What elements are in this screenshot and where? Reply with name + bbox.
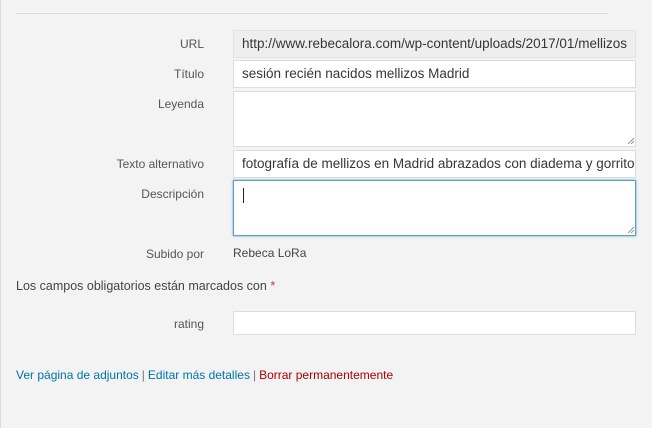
caption-label: Leyenda <box>157 97 204 111</box>
view-attachment-link[interactable]: Ver página de adjuntos <box>16 368 139 382</box>
rating-label: rating <box>173 317 204 331</box>
description-label: Descripción <box>141 187 204 201</box>
delete-permanently-link[interactable]: Borrar permanentemente <box>259 368 393 382</box>
attachment-actions: Ver página de adjuntos | Editar más detall… <box>16 368 393 382</box>
top-divider <box>16 13 608 14</box>
rating-input[interactable] <box>233 311 636 335</box>
description-textarea[interactable] <box>233 180 636 236</box>
required-marker: * <box>270 279 276 293</box>
required-fields-note: Los campos obligatorios están marcados c… <box>16 279 275 293</box>
title-label: Título <box>173 67 204 81</box>
title-input[interactable]: sesión recién nacidos mellizos Madrid <box>233 60 636 88</box>
panel-border <box>0 0 1 428</box>
separator: | <box>252 368 257 382</box>
uploaded-by-label: Subido por <box>145 247 204 261</box>
text-caret <box>243 188 244 203</box>
uploaded-by-value: Rebeca LoRa <box>233 246 307 260</box>
separator: | <box>141 368 145 382</box>
url-field[interactable]: http://www.rebecalora.com/wp-content/upl… <box>233 30 636 58</box>
resize-grip-icon[interactable] <box>627 226 635 234</box>
required-note-text: Los campos obligatorios están marcados c… <box>16 279 267 293</box>
resize-grip-icon[interactable] <box>627 137 635 145</box>
url-label: URL <box>179 37 204 51</box>
alt-text-input[interactable]: fotografía de mellizos en Madrid abrazad… <box>233 150 636 178</box>
caption-textarea[interactable] <box>233 91 636 147</box>
edit-details-link[interactable]: Editar más detalles <box>148 368 250 382</box>
alt-text-label: Texto alternativo <box>116 157 204 171</box>
